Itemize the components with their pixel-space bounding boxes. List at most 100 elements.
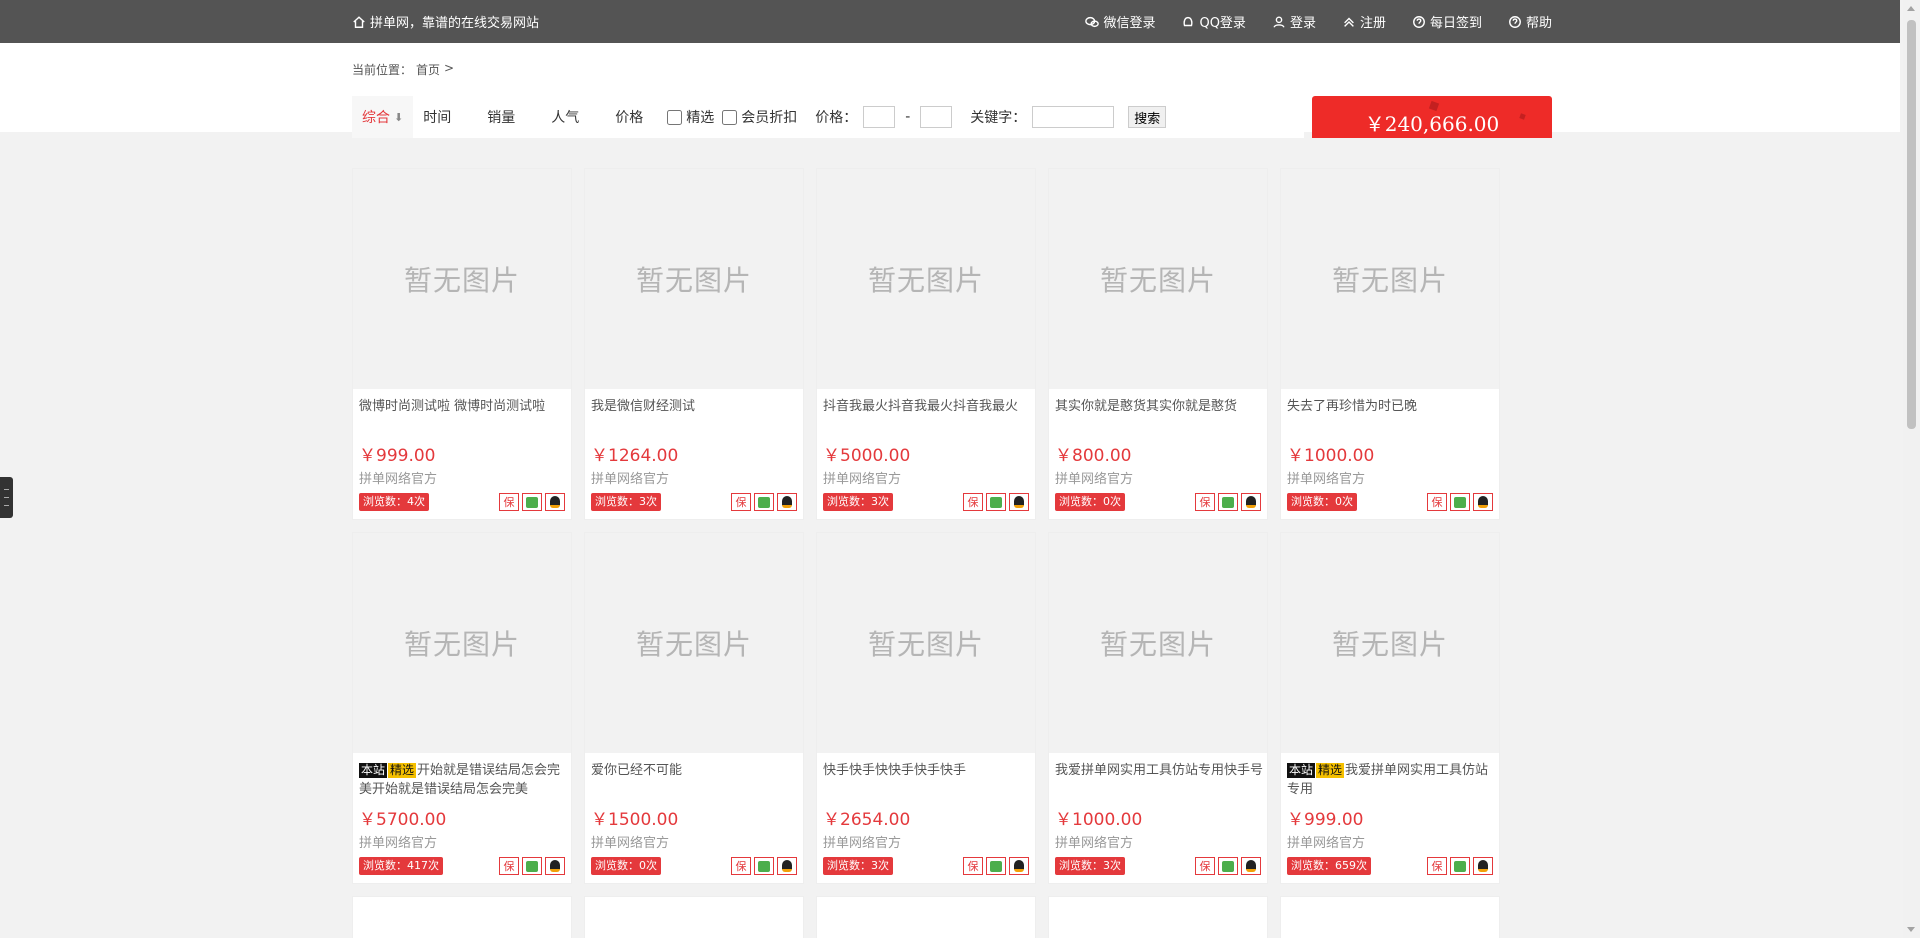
- register-link[interactable]: 注册: [1342, 12, 1386, 31]
- product-image-placeholder[interactable]: 暂无图片: [817, 169, 1035, 389]
- product-card[interactable]: 暂无图片 我是微信财经测试 ￥1264.00 拼单网络官方 浏览数：3次 保: [584, 168, 804, 520]
- product-card[interactable]: 暂无图片 抖音我最火抖音我最火抖音我最火 ￥5000.00 拼单网络官方 浏览数：3次 保: [816, 168, 1036, 520]
- product-title-text: 我是微信财经测试: [591, 399, 696, 414]
- arrow-down-icon: ⬇: [394, 110, 404, 124]
- product-title[interactable]: 本站 精选 开始就是错误结局怎会完美开始就是错误结局怎会完美: [359, 761, 567, 799]
- product-title[interactable]: 抖音我最火抖音我最火抖音我最火: [823, 397, 1031, 416]
- product-card-partial[interactable]: [1280, 896, 1500, 938]
- product-card[interactable]: 暂无图片 我爱拼单网实用工具仿站专用快手号 ￥1000.00 拼单网络官方 浏览数：3次…: [1048, 532, 1268, 884]
- scroll-up-icon[interactable]: [1907, 6, 1915, 11]
- product-title[interactable]: 其实你就是憨货其实你就是憨货: [1055, 397, 1263, 416]
- product-title[interactable]: 我是微信财经测试: [591, 397, 799, 416]
- qq-contact-icon[interactable]: [1473, 857, 1493, 875]
- keyword-input[interactable]: [1032, 106, 1115, 128]
- product-title[interactable]: 爱你已经不可能: [591, 761, 799, 780]
- sort-price[interactable]: 价格: [605, 96, 653, 138]
- wechat-contact-icon[interactable]: [1450, 857, 1470, 875]
- wechat-contact-icon[interactable]: [1218, 493, 1238, 511]
- product-image-placeholder[interactable]: 暂无图片: [1049, 169, 1267, 389]
- qq-contact-icon[interactable]: [1473, 493, 1493, 511]
- product-card[interactable]: 暂无图片 其实你就是憨货其实你就是憨货 ￥800.00 拼单网络官方 浏览数：0次 保: [1048, 168, 1268, 520]
- product-card[interactable]: 暂无图片 失去了再珍惜为时已晚 ￥1000.00 拼单网络官方 浏览数：0次 保: [1280, 168, 1500, 520]
- shop-name: 拼单网络官方: [1055, 472, 1134, 487]
- product-title[interactable]: 微博时尚测试啦 微博时尚测试啦: [359, 397, 567, 416]
- sort-time[interactable]: 时间: [413, 96, 461, 138]
- qq-contact-icon[interactable]: [777, 857, 797, 875]
- featured-label: 精选: [686, 110, 715, 126]
- wechat-contact-icon[interactable]: [522, 493, 542, 511]
- qq-contact-icon[interactable]: [545, 857, 565, 875]
- product-image-placeholder[interactable]: 暂无图片: [1281, 169, 1499, 389]
- price-dash: -: [905, 109, 911, 125]
- wechat-login-link[interactable]: 微信登录: [1085, 12, 1155, 31]
- service-icons: 保: [731, 857, 797, 875]
- product-card[interactable]: 暂无图片 快手快手快快手快手快手 ￥2654.00 拼单网络官方 浏览数：3次 保: [816, 532, 1036, 884]
- help-link[interactable]: 帮助: [1508, 12, 1552, 31]
- login-link[interactable]: 登录: [1272, 12, 1316, 31]
- breadcrumb-home[interactable]: 首页: [416, 61, 440, 78]
- no-image-text: 暂无图片: [403, 264, 520, 297]
- featured-filter[interactable]: 精选: [667, 107, 714, 127]
- product-image-placeholder[interactable]: 暂无图片: [817, 533, 1035, 753]
- product-title[interactable]: 我爱拼单网实用工具仿站专用快手号: [1055, 761, 1263, 780]
- scrollbar-thumb[interactable]: [1907, 20, 1916, 429]
- side-tool-handle[interactable]: [0, 477, 13, 518]
- wechat-contact-icon[interactable]: [986, 857, 1006, 875]
- product-image-placeholder[interactable]: 暂无图片: [585, 169, 803, 389]
- product-image-placeholder[interactable]: 暂无图片: [353, 169, 571, 389]
- banner-amount: ￥240,666.00: [1364, 112, 1500, 136]
- product-image-placeholder[interactable]: 暂无图片: [585, 533, 803, 753]
- question-circle-icon: [1413, 15, 1425, 28]
- product-title[interactable]: 快手快手快快手快手快手: [823, 761, 1031, 780]
- sort-comprehensive[interactable]: 综合 ⬇: [352, 96, 414, 138]
- qq-contact-icon[interactable]: [1009, 857, 1029, 875]
- qq-contact-icon[interactable]: [1241, 493, 1261, 511]
- qq-contact-icon[interactable]: [1009, 493, 1029, 511]
- product-card-partial[interactable]: [352, 896, 572, 938]
- wechat-contact-icon[interactable]: [986, 493, 1006, 511]
- qq-login-label: QQ登录: [1199, 16, 1246, 31]
- member-discount-checkbox[interactable]: [722, 109, 738, 125]
- scroll-down-icon[interactable]: [1907, 927, 1915, 932]
- product-title-text: 其实你就是憨货其实你就是憨货: [1055, 399, 1238, 414]
- no-image-text: 暂无图片: [1099, 264, 1216, 297]
- qq-contact-icon[interactable]: [1241, 857, 1261, 875]
- wechat-contact-icon[interactable]: [754, 857, 774, 875]
- sort-popularity[interactable]: 人气: [541, 96, 589, 138]
- product-card[interactable]: 暂无图片 微博时尚测试啦 微博时尚测试啦 ￥999.00 拼单网络官方 浏览数：4次 保: [352, 168, 572, 520]
- service-icons: 保: [1427, 857, 1493, 875]
- vertical-scrollbar[interactable]: [1903, 0, 1920, 938]
- shop-name: 拼单网络官方: [591, 472, 670, 487]
- featured-checkbox[interactable]: [667, 109, 683, 125]
- wechat-contact-icon[interactable]: [1450, 493, 1470, 511]
- daily-checkin-link[interactable]: 每日签到: [1412, 12, 1482, 31]
- site-slogan[interactable]: 拼单网，靠谱的在线交易网站: [352, 12, 539, 31]
- product-image-placeholder[interactable]: 暂无图片: [1281, 533, 1499, 753]
- product-image-placeholder[interactable]: 暂无图片: [1049, 533, 1267, 753]
- sort-sales[interactable]: 销量: [477, 96, 525, 138]
- no-image-text: 暂无图片: [867, 264, 984, 297]
- product-card-partial[interactable]: [584, 896, 804, 938]
- product-card[interactable]: 暂无图片 爱你已经不可能 ￥1500.00 拼单网络官方 浏览数：0次 保: [584, 532, 804, 884]
- product-title[interactable]: 本站 精选 我爱拼单网实用工具仿站专用: [1287, 761, 1495, 799]
- wechat-contact-icon[interactable]: [1218, 857, 1238, 875]
- product-card[interactable]: 暂无图片 本站 精选 我爱拼单网实用工具仿站专用 ￥999.00 拼单网络官方 浏览数：65…: [1280, 532, 1500, 884]
- guarantee-icon: 保: [499, 493, 519, 511]
- qq-login-link[interactable]: QQ登录: [1181, 12, 1246, 31]
- product-card[interactable]: 暂无图片 本站 精选 开始就是错误结局怎会完美开始就是错误结局怎会完美 ￥5700.00…: [352, 532, 572, 884]
- wechat-contact-icon[interactable]: [522, 857, 542, 875]
- product-title[interactable]: 失去了再珍惜为时已晚: [1287, 397, 1495, 416]
- qq-contact-icon[interactable]: [777, 493, 797, 511]
- product-card-partial[interactable]: [816, 896, 1036, 938]
- site-badge: 本站: [1287, 763, 1316, 778]
- red-packet-banner[interactable]: ￥240,666.00: [1312, 96, 1552, 138]
- wechat-contact-icon[interactable]: [754, 493, 774, 511]
- price-max-input[interactable]: [920, 106, 953, 128]
- price-min-input[interactable]: [863, 106, 896, 128]
- search-button[interactable]: 搜索: [1128, 106, 1167, 128]
- product-image-placeholder[interactable]: 暂无图片: [353, 533, 571, 753]
- qq-contact-icon[interactable]: [545, 493, 565, 511]
- view-count-badge: 浏览数：3次: [1055, 857, 1125, 875]
- member-discount-filter[interactable]: 会员折扣: [722, 107, 797, 127]
- product-card-partial[interactable]: [1048, 896, 1268, 938]
